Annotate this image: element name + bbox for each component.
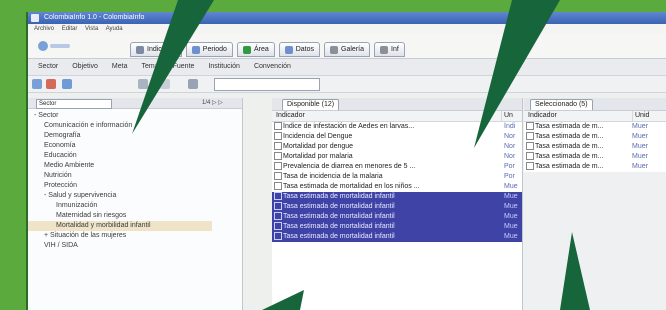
callout-pointer-selection: [262, 290, 304, 310]
callout-pointer-tree: [132, 0, 214, 134]
callout-pointer-selected: [560, 232, 590, 310]
callout-pointer-available: [474, 0, 560, 148]
callout-pointers: [132, 0, 590, 310]
